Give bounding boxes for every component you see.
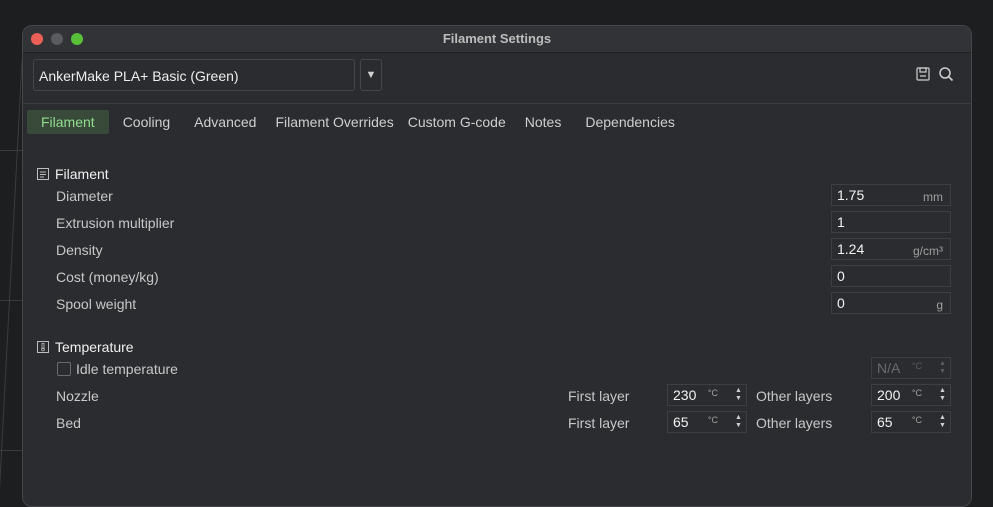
spin-down-icon: ▼ (939, 368, 946, 375)
background-line (0, 60, 23, 500)
field-value: 1.75 (837, 187, 865, 203)
cost-field[interactable]: 0 (831, 265, 951, 287)
field-unit: °C (911, 415, 922, 425)
background-line (0, 450, 22, 451)
density-field[interactable]: 1.24 g/cm³ (831, 238, 951, 260)
spin-up-icon: ▲ (735, 387, 742, 394)
spin-down-icon: ▼ (735, 395, 742, 402)
field-value: N/A (877, 360, 901, 376)
thermometer-icon (37, 341, 49, 353)
cost-label: Cost (money/kg) (56, 269, 159, 285)
field-value: 1.24 (837, 241, 865, 257)
background-line (0, 300, 22, 301)
spin-up-icon: ▲ (939, 414, 946, 421)
idle-temperature-field[interactable]: N/A °C ▲ ▼ (871, 357, 951, 379)
field-value: 65 (877, 414, 893, 430)
spin-up-icon: ▲ (735, 414, 742, 421)
tab-cooling[interactable]: Cooling (111, 110, 182, 134)
field-unit: °C (707, 415, 718, 425)
temperature-section-title: Temperature (37, 339, 134, 355)
search-icon[interactable] (938, 66, 954, 82)
bed-label: Bed (56, 415, 81, 431)
field-unit: g (936, 298, 943, 312)
section-title-text: Temperature (55, 339, 134, 355)
field-value: 200 (877, 387, 901, 403)
preset-dropdown-button[interactable]: ▼ (360, 59, 382, 91)
tab-bar: Filament Cooling Advanced Filament Overr… (27, 110, 687, 134)
minimize-window-button[interactable] (51, 33, 63, 45)
tab-notes[interactable]: Notes (513, 110, 574, 134)
nozzle-first-layer-field[interactable]: 230 °C ▲ ▼ (667, 384, 747, 406)
close-window-button[interactable] (31, 33, 43, 45)
preset-bar: AnkerMake PLA+ Basic (Green) ▼ (33, 59, 961, 93)
chevron-down-icon: ▼ (365, 69, 377, 81)
save-icon[interactable] (915, 66, 931, 82)
bed-other-layers-field[interactable]: 65 °C ▲ ▼ (871, 411, 951, 433)
nozzle-first-layer-label: First layer (568, 388, 630, 404)
list-icon (37, 168, 49, 180)
preset-select[interactable]: AnkerMake PLA+ Basic (Green) (33, 59, 355, 91)
field-unit: g/cm³ (913, 244, 943, 258)
bed-other-layers-label: Other layers (756, 415, 833, 431)
density-label: Density (56, 242, 103, 258)
tab-advanced[interactable]: Advanced (182, 110, 268, 134)
spin-down-icon: ▼ (735, 422, 742, 429)
header-divider (23, 103, 971, 104)
spin-down-icon: ▼ (939, 422, 946, 429)
tab-custom-gcode[interactable]: Custom G-code (401, 110, 513, 134)
extrusion-multiplier-label: Extrusion multiplier (56, 215, 175, 231)
nozzle-label: Nozzle (56, 388, 99, 404)
nozzle-other-layers-field[interactable]: 200 °C ▲ ▼ (871, 384, 951, 406)
diameter-label: Diameter (56, 188, 113, 204)
nozzle-other-layers-label: Other layers (756, 388, 833, 404)
field-value: 0 (837, 268, 845, 284)
field-unit: mm (923, 190, 943, 204)
tab-filament-overrides[interactable]: Filament Overrides (268, 110, 400, 134)
spin-up-icon: ▲ (939, 360, 946, 367)
extrusion-multiplier-field[interactable]: 1 (831, 211, 951, 233)
bed-first-layer-field[interactable]: 65 °C ▲ ▼ (667, 411, 747, 433)
bed-other-layers-spinner[interactable]: ▲ ▼ (938, 414, 947, 430)
spool-weight-field[interactable]: 0 g (831, 292, 951, 314)
filament-section-title: Filament (37, 166, 109, 182)
field-value: 230 (673, 387, 697, 403)
idle-temperature-checkbox[interactable] (57, 362, 71, 376)
nozzle-first-layer-spinner[interactable]: ▲ ▼ (734, 387, 743, 403)
idle-temperature-label: Idle temperature (76, 361, 178, 377)
field-value: 65 (673, 414, 689, 430)
field-value: 0 (837, 295, 845, 311)
background-line (0, 150, 22, 151)
spool-weight-label: Spool weight (56, 296, 137, 312)
field-unit: °C (707, 388, 718, 398)
title-bar: Filament Settings (23, 26, 971, 53)
window-title: Filament Settings (442, 31, 552, 46)
window-controls (31, 33, 83, 45)
bed-first-layer-label: First layer (568, 415, 630, 431)
tab-filament[interactable]: Filament (27, 110, 109, 134)
spin-up-icon: ▲ (939, 387, 946, 394)
bed-first-layer-spinner[interactable]: ▲ ▼ (734, 414, 743, 430)
filament-settings-window: Filament Settings AnkerMake PLA+ Basic (… (22, 25, 972, 507)
diameter-field[interactable]: 1.75 mm (831, 184, 951, 206)
field-unit: °C (911, 388, 922, 398)
field-unit: °C (911, 361, 922, 371)
idle-temperature-spinner[interactable]: ▲ ▼ (938, 360, 947, 376)
tab-dependencies[interactable]: Dependencies (573, 110, 687, 134)
section-title-text: Filament (55, 166, 109, 182)
nozzle-other-layers-spinner[interactable]: ▲ ▼ (938, 387, 947, 403)
field-value: 1 (837, 214, 845, 230)
maximize-window-button[interactable] (71, 33, 83, 45)
spin-down-icon: ▼ (939, 395, 946, 402)
